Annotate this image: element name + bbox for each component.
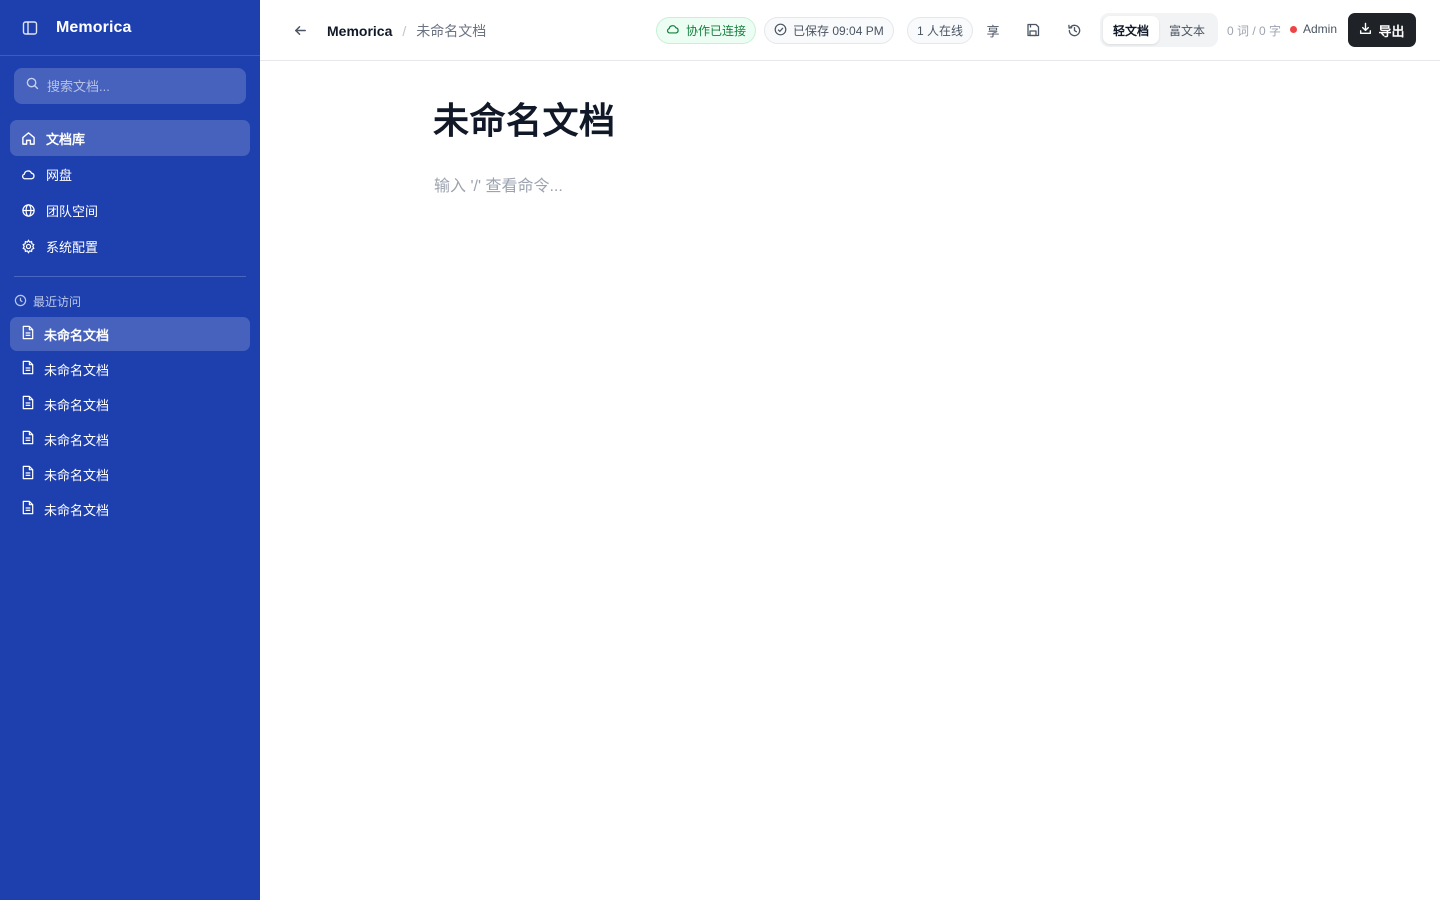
nav-item-drive[interactable]: 网盘 xyxy=(10,156,250,192)
export-label: 导出 xyxy=(1378,23,1405,39)
search-box[interactable] xyxy=(14,68,246,104)
mode-light-doc-option[interactable]: 轻文档 xyxy=(1103,16,1159,44)
save-icon[interactable] xyxy=(1023,20,1043,40)
collab-status-badge: 协作已连接 xyxy=(656,17,757,44)
search-input[interactable] xyxy=(47,78,227,94)
recent-doc-label: 未命名文档 xyxy=(44,502,110,518)
app-name: Memorica xyxy=(56,18,132,36)
online-count-badge: 1 人在线 xyxy=(907,17,974,44)
save-status-label: 已保存 09:04 PM xyxy=(793,24,884,38)
cloud-icon xyxy=(20,166,36,182)
recent-doc-item[interactable]: 未命名文档 xyxy=(10,387,250,421)
document-icon xyxy=(21,465,35,483)
recent-heading: 最近访问 xyxy=(14,293,81,310)
recent-doc-item[interactable]: 未命名文档 xyxy=(10,352,250,386)
recent-doc-item[interactable]: 未命名文档 xyxy=(10,422,250,456)
globe-icon xyxy=(20,202,36,218)
editor-mode-toggle: 轻文档 富文本 xyxy=(1100,13,1218,47)
word-count: 0 词 / 0 字 xyxy=(1227,24,1282,38)
recent-doc-label: 未命名文档 xyxy=(44,397,110,413)
document-title[interactable]: 未命名文档 xyxy=(433,92,616,144)
editor-body-placeholder[interactable]: 输入 '/' 查看命令... xyxy=(434,172,563,196)
sidebar-header: Memorica xyxy=(0,0,260,56)
online-count-label: 1 人在线 xyxy=(917,24,964,38)
user-indicator[interactable]: Admin xyxy=(1290,22,1337,36)
topbar: Memorica / 未命名文档 协作已连接 已保存 09:04 PM 1 人在… xyxy=(260,0,1440,61)
nav-item-label: 文档库 xyxy=(46,131,86,147)
search-icon xyxy=(26,77,39,95)
recent-list: 未命名文档 未命名文档 未命名文档 未命名文档 未命名文档 未命名文档 xyxy=(10,317,250,527)
document-icon xyxy=(21,500,35,518)
sidebar-divider xyxy=(14,276,246,277)
document-icon xyxy=(21,325,35,343)
back-arrow-icon[interactable] xyxy=(290,20,310,40)
document-icon xyxy=(21,395,35,413)
nav-item-library[interactable]: 文档库 xyxy=(10,120,250,156)
check-circle-icon xyxy=(774,23,787,39)
breadcrumb-current: 未命名文档 xyxy=(416,23,487,39)
home-icon xyxy=(20,130,36,146)
download-icon xyxy=(1359,22,1372,38)
nav-item-settings[interactable]: 系统配置 xyxy=(10,228,250,264)
document-icon xyxy=(21,360,35,378)
recent-doc-item[interactable]: 未命名文档 xyxy=(10,492,250,526)
history-icon[interactable] xyxy=(1064,20,1084,40)
cloud-icon xyxy=(666,22,680,39)
recent-doc-label: 未命名文档 xyxy=(44,432,110,448)
sidebar-toggle-icon[interactable] xyxy=(20,18,40,38)
breadcrumb-root[interactable]: Memorica xyxy=(327,23,392,39)
sidebar: Memorica 文档库 网盘 团队空间 xyxy=(0,0,260,900)
recent-doc-label: 未命名文档 xyxy=(44,327,110,343)
recent-heading-label: 最近访问 xyxy=(33,295,82,309)
nav-item-label: 网盘 xyxy=(46,167,73,183)
breadcrumb: Memorica / 未命名文档 xyxy=(327,21,486,41)
mode-rich-text-option[interactable]: 富文本 xyxy=(1159,16,1215,44)
breadcrumb-separator: / xyxy=(402,23,407,39)
collab-status-label: 协作已连接 xyxy=(686,24,747,38)
export-button[interactable]: 导出 xyxy=(1348,13,1416,47)
document-icon xyxy=(21,430,35,448)
recent-doc-label: 未命名文档 xyxy=(44,362,110,378)
status-dot xyxy=(1290,25,1297,33)
recent-doc-item[interactable]: 未命名文档 xyxy=(10,457,250,491)
gear-icon xyxy=(20,238,36,254)
nav-item-team-space[interactable]: 团队空间 xyxy=(10,192,250,228)
user-name: Admin xyxy=(1303,22,1338,36)
nav-item-label: 团队空间 xyxy=(46,203,99,219)
recent-doc-label: 未命名文档 xyxy=(44,467,110,483)
nav-item-label: 系统配置 xyxy=(46,239,99,255)
save-status-badge: 已保存 09:04 PM xyxy=(764,17,894,44)
main-nav: 文档库 网盘 团队空间 系统配置 xyxy=(10,120,250,264)
clock-icon xyxy=(14,294,27,310)
recent-doc-item[interactable]: 未命名文档 xyxy=(10,317,250,351)
share-button[interactable]: 享 xyxy=(983,20,1003,40)
